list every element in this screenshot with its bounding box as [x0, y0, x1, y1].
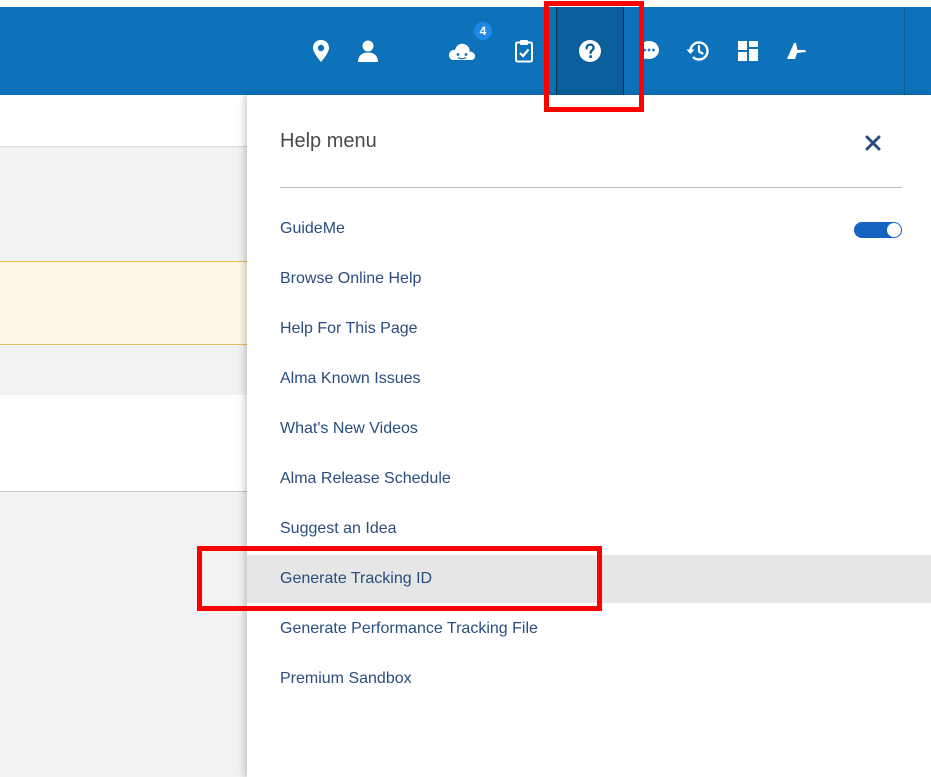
- menu-item-label: Help For This Page: [280, 320, 418, 337]
- warning-banner: [0, 261, 247, 345]
- plane-icon: [787, 43, 806, 59]
- menu-item-alma-known-issues[interactable]: Alma Known Issues: [247, 361, 931, 397]
- toggle-knob: [887, 223, 901, 237]
- help-menu-panel: Help menu GuideMe Browse Online Help Hel…: [247, 95, 931, 777]
- menu-item-label: Generate Performance Tracking File: [280, 620, 538, 637]
- menu-item-label: Alma Known Issues: [280, 370, 421, 387]
- page-content: [0, 95, 247, 777]
- user-button[interactable]: [346, 7, 390, 95]
- location-button[interactable]: [299, 7, 343, 95]
- history-button[interactable]: [676, 7, 720, 95]
- menu-item-label: Browse Online Help: [280, 270, 422, 287]
- help-icon: [579, 40, 601, 62]
- dashboard-grid-icon: [738, 41, 758, 61]
- dashboard-button[interactable]: [726, 7, 770, 95]
- close-button[interactable]: [861, 131, 885, 155]
- close-icon: [865, 135, 881, 151]
- tasks-button[interactable]: [502, 7, 546, 95]
- menu-item-label: Premium Sandbox: [280, 670, 412, 687]
- menu-item-generate-tracking-id[interactable]: Generate Tracking ID: [247, 555, 931, 603]
- menu-item-guideme[interactable]: GuideMe: [247, 211, 931, 247]
- menu-item-label: Alma Release Schedule: [280, 470, 451, 487]
- menu-item-label: What's New Videos: [280, 420, 418, 437]
- location-icon: [313, 40, 329, 62]
- guideme-toggle[interactable]: [854, 222, 902, 238]
- menu-item-label: Generate Tracking ID: [280, 570, 433, 587]
- plane-button[interactable]: [774, 7, 818, 95]
- history-icon: [686, 41, 709, 61]
- menu-item-whats-new-videos[interactable]: What's New Videos: [247, 411, 931, 447]
- chat-button[interactable]: [627, 7, 671, 95]
- user-icon: [358, 40, 378, 62]
- content-card: [0, 395, 247, 492]
- top-bar-divider: [904, 7, 905, 95]
- menu-item-generate-performance-tracking-file[interactable]: Generate Performance Tracking File: [247, 611, 931, 647]
- help-button[interactable]: [556, 7, 624, 95]
- notification-badge: 4: [472, 20, 494, 42]
- cloud-notification-icon: [448, 43, 476, 60]
- menu-item-suggest-an-idea[interactable]: Suggest an Idea: [247, 511, 931, 547]
- menu-item-premium-sandbox[interactable]: Premium Sandbox: [247, 661, 931, 697]
- menu-item-alma-release-schedule[interactable]: Alma Release Schedule: [247, 461, 931, 497]
- chat-icon: [639, 41, 659, 61]
- menu-item-label: GuideMe: [280, 220, 345, 237]
- menu-item-browse-online-help[interactable]: Browse Online Help: [247, 261, 931, 297]
- menu-item-help-for-this-page[interactable]: Help For This Page: [247, 311, 931, 347]
- help-menu-divider: [280, 187, 902, 188]
- tasks-clipboard-icon: [515, 40, 533, 63]
- menu-item-label: Suggest an Idea: [280, 520, 397, 537]
- page-header-strip: [0, 95, 247, 147]
- help-menu-title: Help menu: [280, 130, 377, 152]
